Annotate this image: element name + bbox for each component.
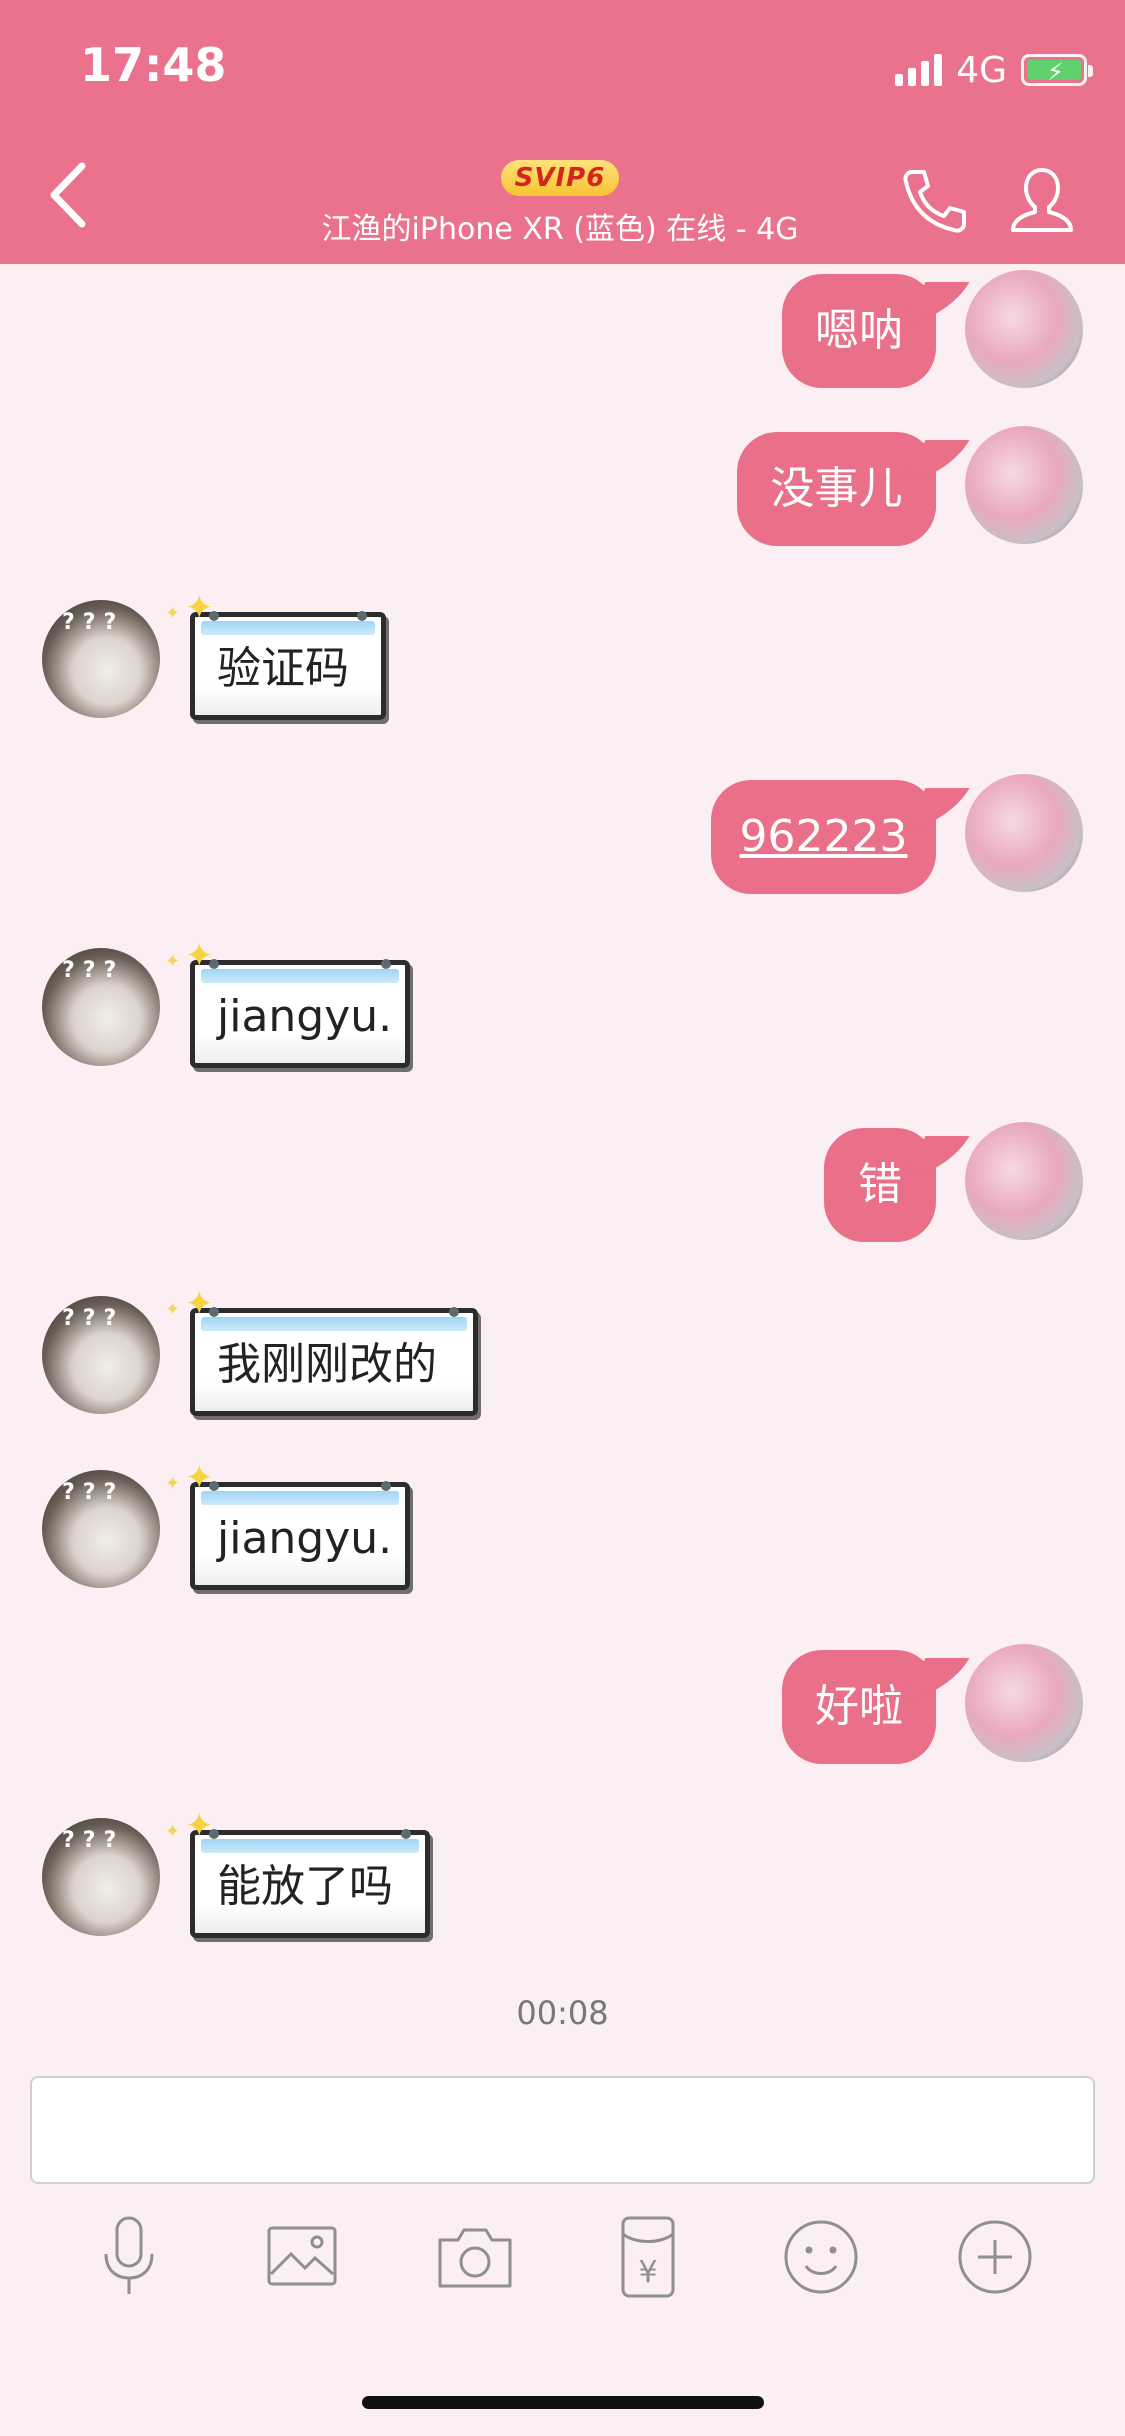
message-timestamp: 00:08 [516,1994,609,2032]
contact-avatar[interactable]: ??? [42,600,160,718]
sparkle-icon: ✦ [185,588,214,628]
message-text: 能放了吗 [217,1861,393,1912]
emoji-icon[interactable] [776,2212,866,2302]
sparkle-icon: ✦ [185,936,214,976]
my-avatar[interactable] [965,426,1083,544]
profile-icon[interactable] [1005,164,1079,238]
sparkle-icon: ✦ [185,1806,214,1846]
message-link-text[interactable]: 962223 [740,811,908,862]
my-message-bubble[interactable]: 错 [824,1128,936,1242]
phone-call-icon[interactable] [898,164,972,238]
my-avatar[interactable] [965,1122,1083,1240]
sparkle-icon: ✦ [165,603,181,624]
sparkle-icon: ✦ [165,951,181,972]
sparkle-icon: ✦ [165,1299,181,1320]
svg-text:¥: ¥ [638,2255,657,2290]
red-packet-icon[interactable]: ¥ [603,2212,693,2302]
chat-title[interactable]: SVIP6 江渔的iPhone XR (蓝色) 在线 - 4G [260,160,860,248]
message-text: 没事儿 [770,463,903,514]
image-icon[interactable] [257,2212,347,2302]
message-text: jiangyu. [217,991,393,1042]
camera-icon[interactable] [430,2212,520,2302]
back-icon[interactable] [44,160,94,230]
my-message-bubble[interactable]: 962223 [711,780,936,894]
input-toolbar: ¥ [0,2212,1125,2304]
header: 17:48 4G ⚡ SVIP6 江渔的iPhone XR (蓝色) 在线 - … [0,0,1125,264]
message-text: 错 [858,1159,902,1210]
my-avatar[interactable] [965,774,1083,892]
status-time: 17:48 [80,38,227,92]
message-input[interactable] [30,2076,1095,2184]
contact-avatar[interactable]: ??? [42,948,160,1066]
contact-message-bubble[interactable]: ✦ ✦ jiangyu. [165,939,410,1068]
message-text: jiangyu. [217,1513,393,1564]
signal-icon [895,54,943,86]
mic-icon[interactable] [84,2212,174,2302]
sparkle-icon: ✦ [185,1284,214,1324]
sparkle-icon: ✦ [165,1821,181,1842]
device-status: 江渔的iPhone XR (蓝色) 在线 - 4G [321,212,799,247]
my-message-bubble[interactable]: 没事儿 [737,432,936,546]
contact-message-bubble[interactable]: ✦ ✦ jiangyu. [165,1461,410,1590]
svip-badge: SVIP6 [500,160,620,196]
contact-message-bubble[interactable]: ✦ ✦ 验证码 [165,591,386,720]
message-list[interactable]: 嗯呐 没事儿 ??? ✦ ✦ 验证码 962223 ??? ✦ ✦ jiangy [0,264,1125,2064]
contact-message-bubble[interactable]: ✦ ✦ 能放了吗 [165,1809,430,1938]
message-text: 验证码 [217,643,349,694]
contact-avatar[interactable]: ??? [42,1818,160,1936]
my-avatar[interactable] [965,1644,1083,1762]
battery-icon: ⚡ [1021,54,1093,86]
sparkle-icon: ✦ [165,1473,181,1494]
sparkle-icon: ✦ [185,1458,214,1498]
my-message-bubble[interactable]: 好啦 [782,1650,936,1764]
network-label: 4G [956,49,1007,91]
contact-avatar[interactable]: ??? [42,1470,160,1588]
my-message-bubble[interactable]: 嗯呐 [782,274,936,388]
home-indicator[interactable] [362,2396,764,2409]
contact-avatar[interactable]: ??? [42,1296,160,1414]
contact-message-bubble[interactable]: ✦ ✦ 我刚刚改的 [165,1287,478,1416]
my-avatar[interactable] [965,270,1083,388]
plus-icon[interactable] [950,2212,1040,2302]
status-indicators: 4G ⚡ [895,48,1093,92]
message-text: 好啦 [815,1681,903,1732]
message-text: 嗯呐 [815,305,903,356]
message-text: 我刚刚改的 [217,1339,437,1390]
